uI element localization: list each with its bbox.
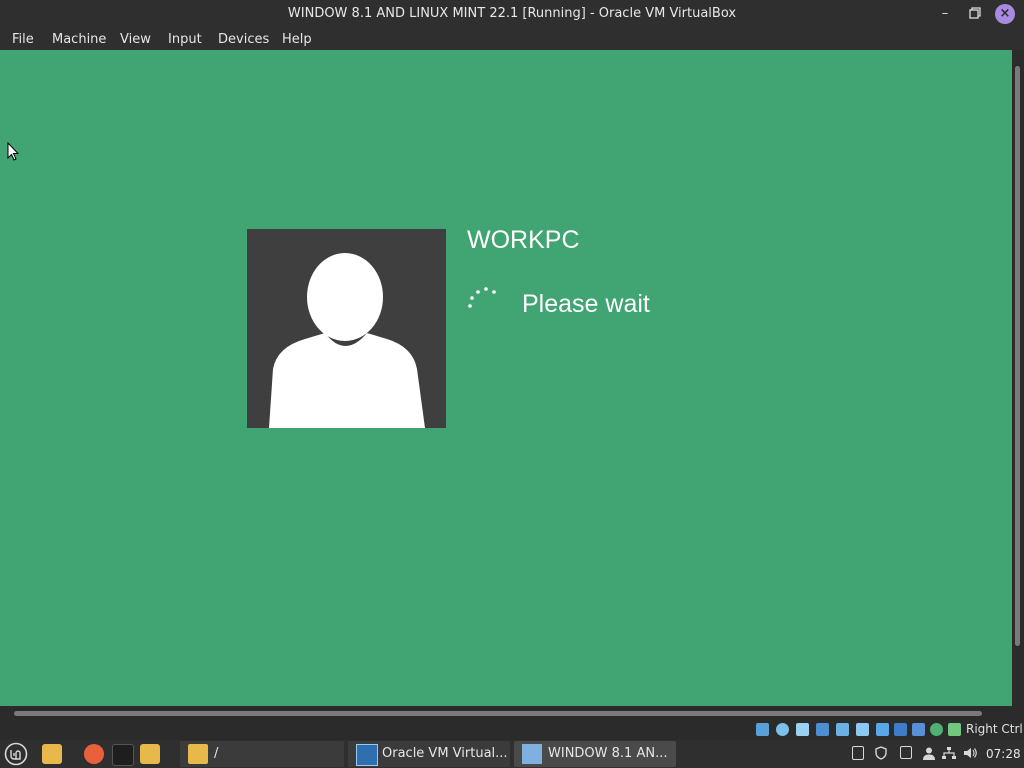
mouse-integration-icon[interactable] (930, 723, 943, 736)
network-tray-icon[interactable] (942, 746, 956, 760)
shared-folders-icon[interactable] (856, 723, 869, 736)
folder-launcher-icon[interactable] (140, 744, 160, 764)
task-vm-label: WINDOW 8.1 AN... (548, 746, 668, 761)
menu-view[interactable]: View (120, 32, 151, 47)
usb-icon[interactable] (836, 723, 849, 736)
host-key-label: Right Ctrl (966, 722, 1023, 736)
files-launcher-icon[interactable] (42, 744, 62, 764)
volume-icon[interactable] (963, 746, 977, 760)
task-folder[interactable]: / (180, 741, 344, 767)
window-titlebar: WINDOW 8.1 AND LINUX MINT 22.1 [Running]… (0, 0, 1024, 28)
menu-bar: File Machine View Input Devices Help (0, 28, 1024, 50)
folder-icon (188, 744, 208, 764)
horizontal-scrollbar[interactable] (0, 706, 1024, 720)
username-label: WORKPC (467, 226, 580, 254)
firefox-launcher-icon[interactable] (84, 744, 104, 764)
restore-icon[interactable] (964, 4, 984, 24)
recording-icon[interactable] (894, 723, 907, 736)
menu-devices[interactable]: Devices (218, 32, 269, 47)
user-icon[interactable] (922, 746, 936, 760)
keyboard-icon[interactable] (948, 723, 961, 736)
vertical-scrollbar[interactable] (1012, 50, 1024, 706)
close-icon[interactable]: × (995, 4, 1015, 24)
cpu-icon[interactable] (912, 723, 925, 736)
task-vm-window[interactable]: WINDOW 8.1 AN... (514, 741, 676, 767)
menu-file[interactable]: File (12, 32, 34, 47)
status-text: Please wait (522, 290, 650, 318)
loading-spinner-icon (468, 287, 496, 308)
menu-help[interactable]: Help (282, 32, 312, 47)
audio-icon[interactable] (796, 723, 809, 736)
clipboard-icon[interactable] (852, 746, 864, 760)
optical-drive-icon[interactable] (776, 723, 789, 736)
task-virtualbox-manager[interactable]: Oracle VM Virtual... (348, 741, 510, 767)
task-folder-label: / (214, 746, 219, 761)
user-avatar-icon[interactable] (247, 229, 446, 428)
linux-mint-menu-icon[interactable] (4, 742, 28, 766)
vm-display[interactable] (0, 50, 1012, 706)
taskbar: / Oracle VM Virtual... WINDOW 8.1 AN... … (0, 740, 1024, 768)
mouse-cursor-icon (7, 142, 20, 161)
menu-input[interactable]: Input (168, 32, 202, 47)
terminal-launcher-icon[interactable] (112, 744, 134, 766)
horizontal-scroll-thumb[interactable] (14, 711, 982, 716)
hard-disk-icon[interactable] (756, 723, 769, 736)
network-icon[interactable] (816, 723, 829, 736)
task-virtualbox-label: Oracle VM Virtual... (382, 746, 508, 761)
minimize-icon[interactable]: – (935, 4, 955, 24)
vertical-scroll-thumb[interactable] (1015, 66, 1020, 646)
clock[interactable]: 07:28 (986, 747, 1021, 761)
virtualbox-icon (356, 744, 378, 766)
notes-icon[interactable] (900, 746, 912, 759)
menu-machine[interactable]: Machine (52, 32, 106, 47)
shield-icon[interactable] (874, 746, 888, 760)
window-title: WINDOW 8.1 AND LINUX MINT 22.1 [Running]… (287, 6, 737, 21)
vm-window-icon (522, 744, 542, 764)
vbox-status-bar: Right Ctrl (0, 720, 1024, 740)
display-icon[interactable] (876, 723, 889, 736)
